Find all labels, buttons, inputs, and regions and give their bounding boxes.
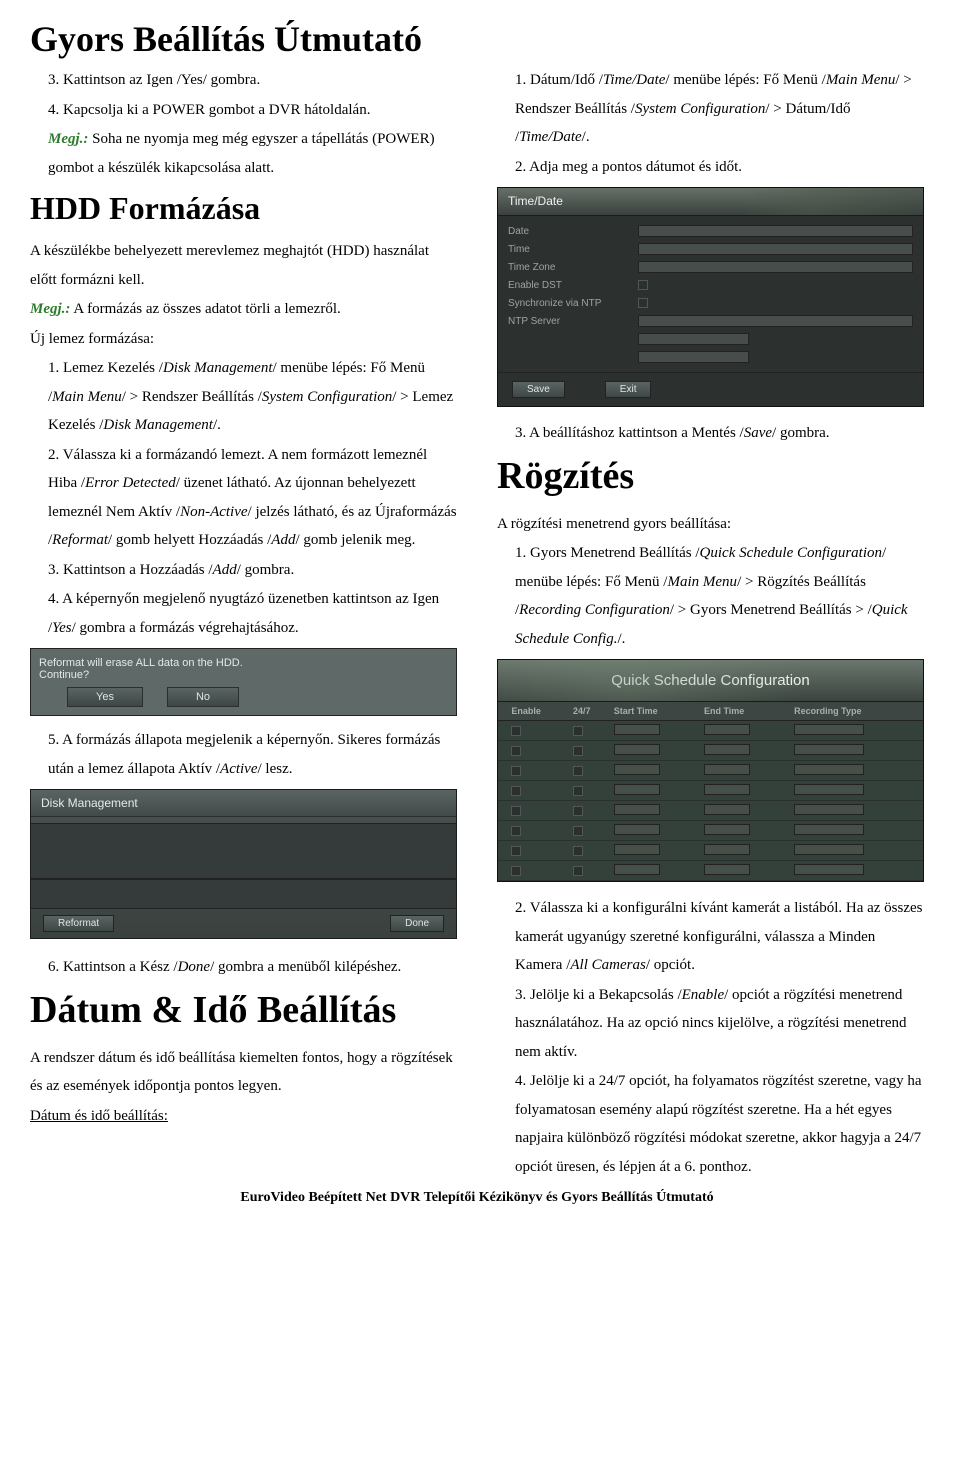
247-checkbox[interactable] xyxy=(573,726,583,736)
td-label: NTP Server xyxy=(508,316,638,327)
note-body: Soha ne nyomja meg még egyszer a tápellá… xyxy=(48,131,435,176)
date-field[interactable] xyxy=(638,225,913,237)
enable-checkbox[interactable] xyxy=(511,726,521,736)
datetime-intro: A rendszer dátum és idő beállítása kieme… xyxy=(30,1044,457,1101)
panel-title: Disk Management xyxy=(31,790,456,817)
rec-step-4: 4. Jelölje ki a 24/7 opciót, ha folyamat… xyxy=(497,1067,924,1181)
rectype-field[interactable] xyxy=(794,724,864,735)
end-time-field[interactable] xyxy=(704,724,750,735)
note-body: A formázás az összes adatot törli a leme… xyxy=(70,301,340,317)
dialog-text-1: Reformat will erase ALL data on the HDD. xyxy=(39,657,448,669)
disk-info-area xyxy=(31,879,456,909)
reformat-dialog: Reformat will erase ALL data on the HDD.… xyxy=(30,648,457,716)
dt-step-2: 2. Adja meg a pontos dátumot és időt. xyxy=(497,153,924,182)
step-3: 3. Kattintson az Igen /Yes/ gombra. xyxy=(30,66,457,95)
ntp-checkbox[interactable] xyxy=(638,298,648,308)
table-row xyxy=(498,761,923,781)
disk-step-1: 1. Lemez Kezelés /Disk Management/ menüb… xyxy=(30,354,457,440)
td-label: Time xyxy=(508,244,638,255)
time-field[interactable] xyxy=(638,243,913,255)
hdd-intro: A készülékbe behelyezett merevlemez megh… xyxy=(30,237,457,294)
note-label: Megj.: xyxy=(30,301,70,317)
datetime-subhead: Dátum és idő beállítás: xyxy=(30,1102,457,1131)
quick-schedule-table: Enable 24/7 Start Time End Time Recordin… xyxy=(498,702,923,881)
disk-management-panel: Disk Management Reformat Done xyxy=(30,789,457,939)
quick-schedule-panel: Quick Schedule Configuration Enable 24/7… xyxy=(497,659,924,882)
disk-step-5: 5. A formázás állapota megjelenik a képe… xyxy=(30,726,457,783)
ntp-server-field[interactable] xyxy=(638,315,913,327)
disk-list-area xyxy=(31,823,456,879)
rec-step-2: 2. Válassza ki a konfigurálni kívánt kam… xyxy=(497,894,924,980)
right-column: 1. Dátum/Idő /Time/Date/ menübe lépés: F… xyxy=(497,66,924,1182)
table-row xyxy=(498,841,923,861)
extra-field[interactable] xyxy=(638,351,749,363)
start-time-field[interactable] xyxy=(614,724,660,735)
heading-datetime: Dátum & Idő Beállítás xyxy=(30,988,457,1032)
disk-step-3: 3. Kattintson a Hozzáadás /Add/ gombra. xyxy=(30,556,457,585)
table-row xyxy=(498,801,923,821)
save-button[interactable]: Save xyxy=(512,381,565,398)
page-footer: EuroVideo Beépített Net DVR Telepítői Ké… xyxy=(30,1190,924,1206)
timezone-field[interactable] xyxy=(638,261,913,273)
disk-step-6: 6. Kattintson a Kész /Done/ gombra a men… xyxy=(30,953,457,982)
rec-step-3: 3. Jelölje ki a Bekapcsolás /Enable/ opc… xyxy=(497,981,924,1067)
table-row xyxy=(498,821,923,841)
reformat-button[interactable]: Reformat xyxy=(43,915,114,932)
td-label: Synchronize via NTP xyxy=(508,298,638,309)
td-label: Date xyxy=(508,226,638,237)
td-label: Enable DST xyxy=(508,280,638,291)
dialog-text-2: Continue? xyxy=(39,669,448,681)
exit-button[interactable]: Exit xyxy=(605,381,652,398)
new-disk-label: Új lemez formázása: xyxy=(30,325,457,354)
heading-recording: Rögzítés xyxy=(497,454,924,498)
table-row xyxy=(498,721,923,741)
done-button[interactable]: Done xyxy=(390,915,444,932)
dialog-no-button[interactable]: No xyxy=(167,687,239,707)
step-4: 4. Kapcsolja ki a POWER gombot a DVR hát… xyxy=(30,96,457,125)
extra-field[interactable] xyxy=(638,333,749,345)
panel-title: Time/Date xyxy=(498,188,923,216)
td-label: Time Zone xyxy=(508,262,638,273)
left-column: 3. Kattintson az Igen /Yes/ gombra. 4. K… xyxy=(30,66,457,1182)
dt-step-1: 1. Dátum/Idő /Time/Date/ menübe lépés: F… xyxy=(497,66,924,152)
disk-step-4: 4. A képernyőn megjelenő nyugtázó üzenet… xyxy=(30,585,457,642)
note-2: Megj.: A formázás az összes adatot törli… xyxy=(30,295,457,324)
note-label: Megj.: xyxy=(48,131,88,147)
dt-step-3: 3. A beállításhoz kattintson a Mentés /S… xyxy=(497,419,924,448)
panel-title: Quick Schedule Configuration xyxy=(498,660,923,702)
rec-step-1: 1. Gyors Menetrend Beállítás /Quick Sche… xyxy=(497,539,924,653)
table-row xyxy=(498,861,923,881)
dst-checkbox[interactable] xyxy=(638,280,648,290)
disk-step-2: 2. Válassza ki a formázandó lemezt. A ne… xyxy=(30,441,457,555)
table-row xyxy=(498,741,923,761)
note-1: Megj.: Soha ne nyomja meg még egyszer a … xyxy=(30,125,457,182)
dialog-yes-button[interactable]: Yes xyxy=(67,687,143,707)
recording-intro: A rögzítési menetrend gyors beállítása: xyxy=(497,510,924,539)
table-row xyxy=(498,781,923,801)
time-date-panel: Time/Date Date Time Time Zone Enable DST… xyxy=(497,187,924,407)
heading-hdd: HDD Formázása xyxy=(30,190,457,227)
page-title: Gyors Beállítás Útmutató xyxy=(30,18,924,60)
